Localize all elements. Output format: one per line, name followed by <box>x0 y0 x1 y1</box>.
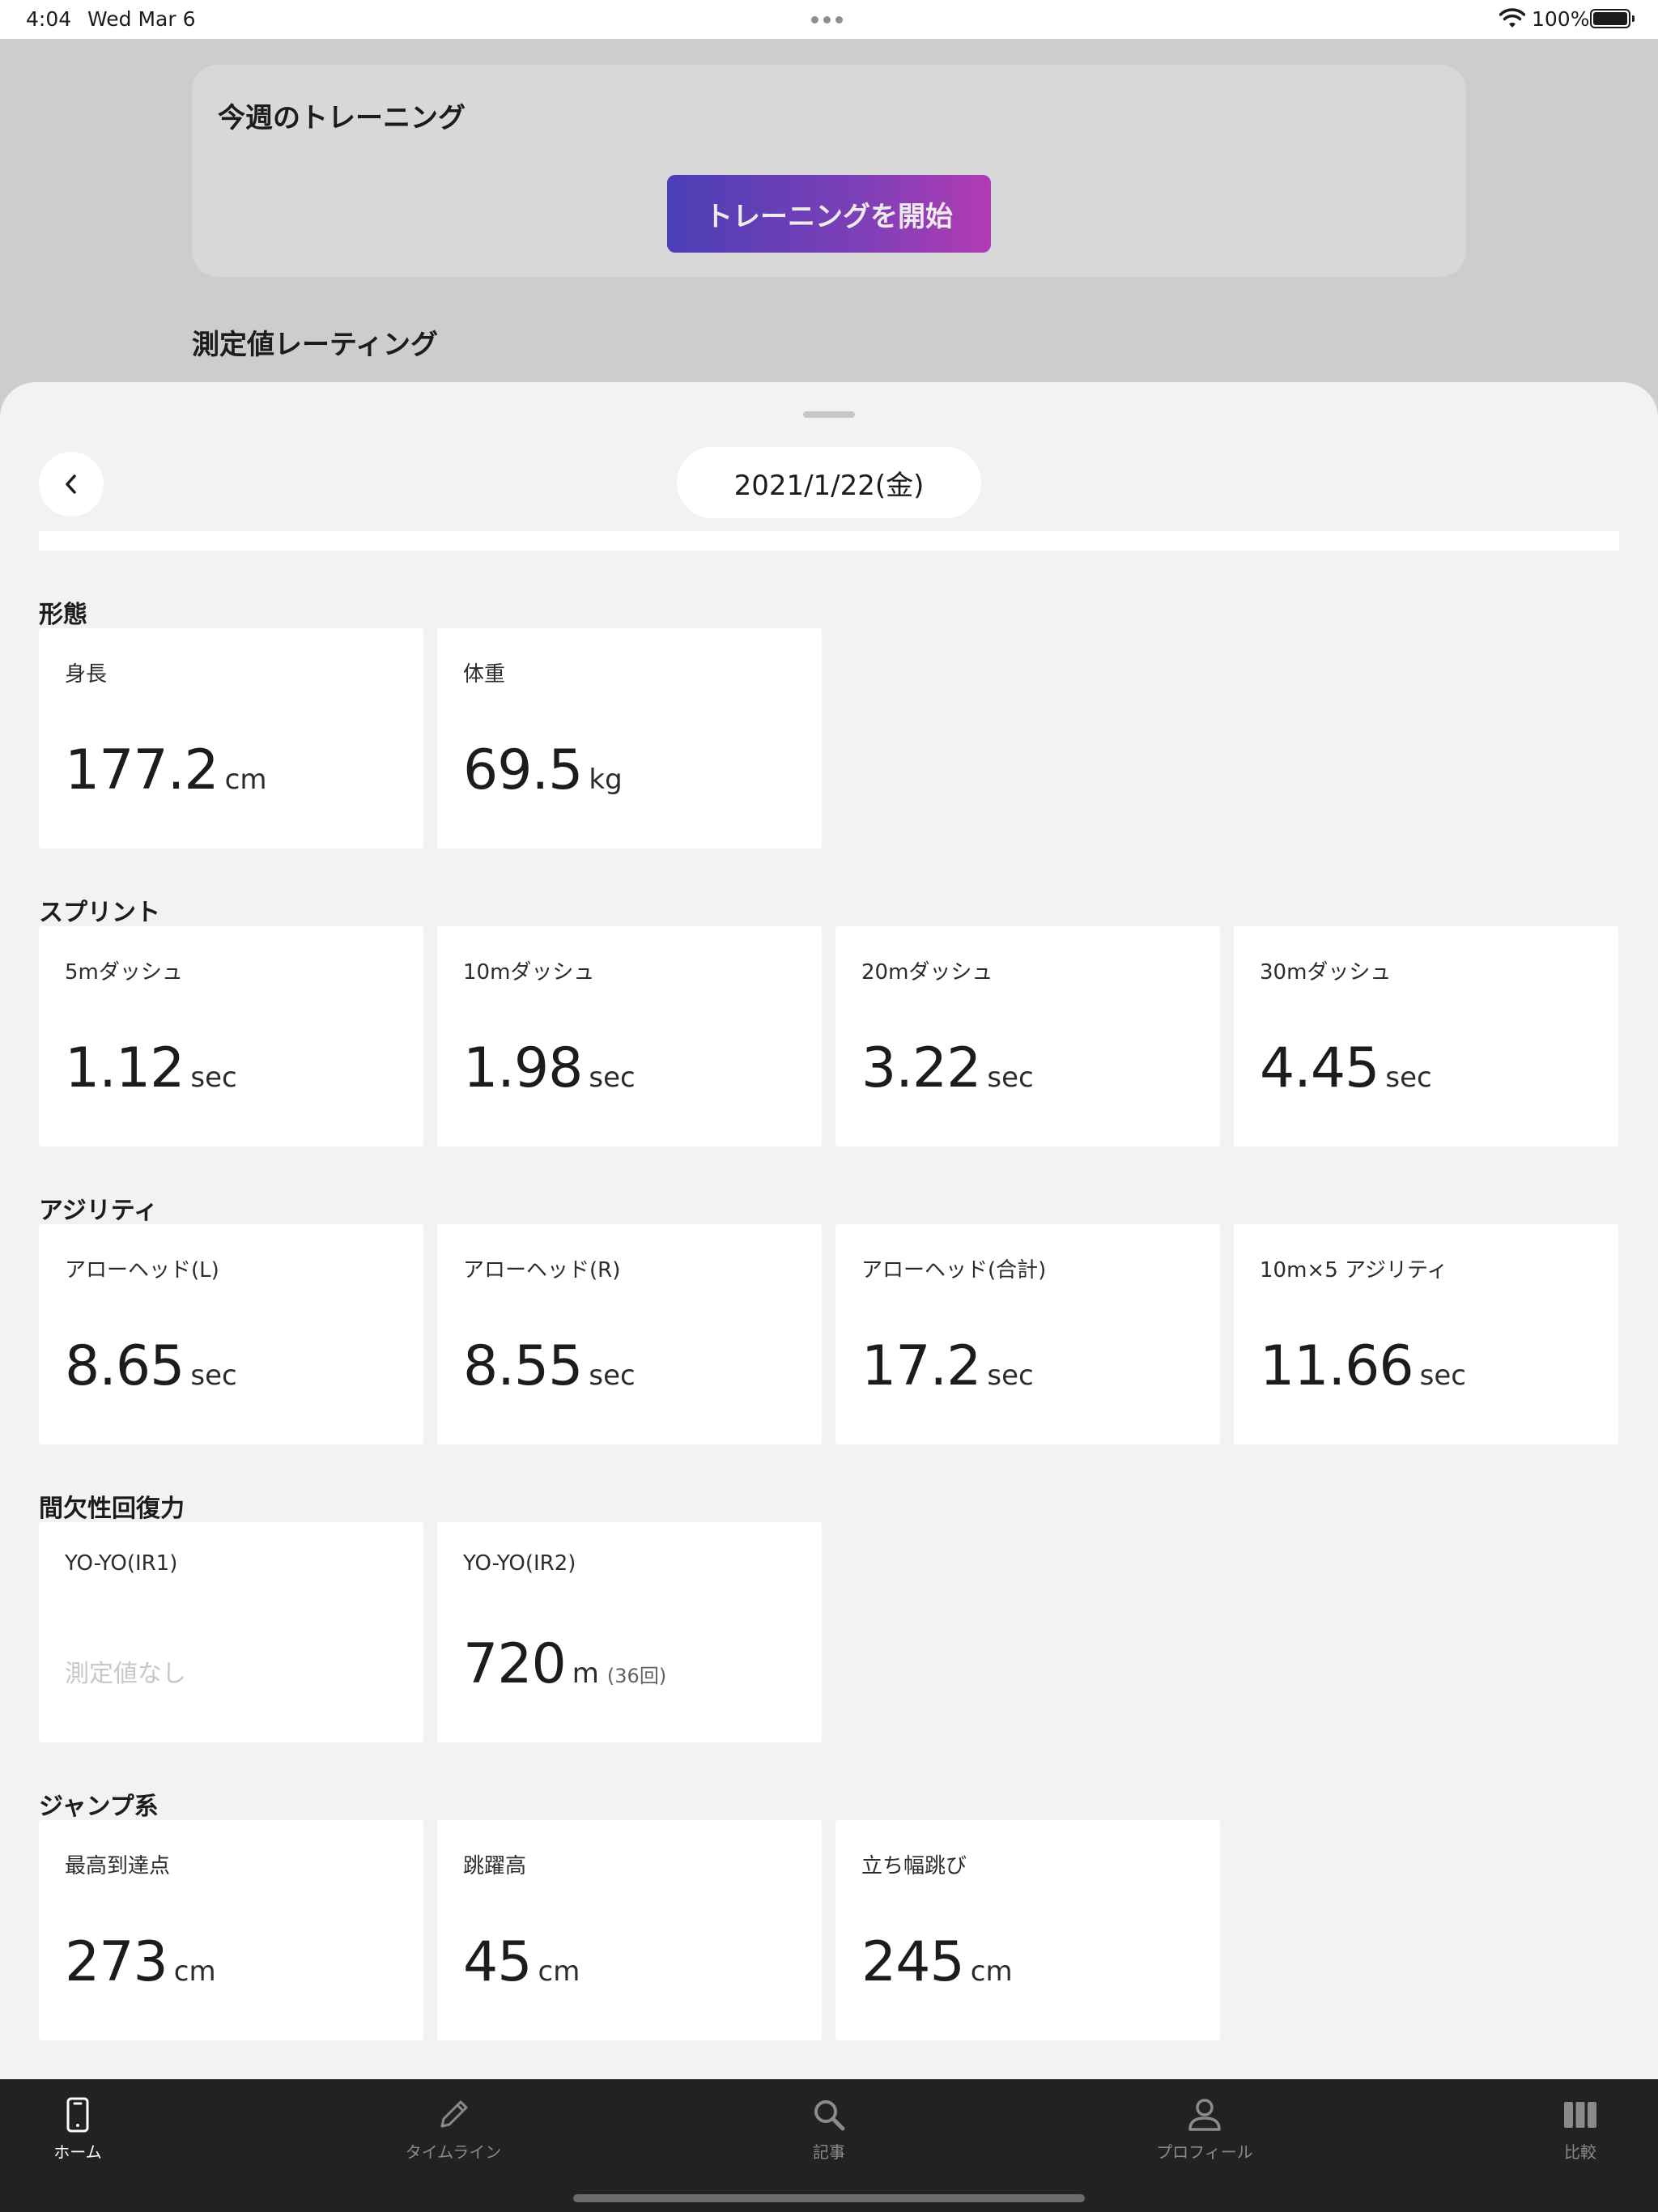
tab-label: プロフィール <box>1156 2142 1253 2162</box>
measurement-detail-sheet: 2021/1/22(金) 形態 身長 177.2 cm 体重 69.5 kg スプリ… <box>0 382 1658 2082</box>
metric-label: YO-YO(IR1) <box>65 1551 178 1576</box>
metric-value: 1.12 <box>65 1036 185 1100</box>
tab-compare[interactable]: 比較 <box>1499 2097 1658 2163</box>
metric-value: 273 <box>65 1930 168 1994</box>
tab-label: 記事 <box>813 2142 845 2162</box>
metric-label: 30mダッシュ <box>1260 960 1392 985</box>
metric-label: 10m×5 アジリティ <box>1260 1258 1448 1283</box>
section-title-intermittent-recovery: 間欠性回復力 <box>39 1495 185 1523</box>
home-indicator[interactable] <box>573 2194 1085 2202</box>
section-title-sprint: スプリント <box>39 899 160 927</box>
metric-unit: sec <box>1419 1359 1466 1392</box>
content-top-edge <box>39 531 1619 551</box>
tab-label: タイムライン <box>405 2142 502 2162</box>
weekly-training-title: 今週のトレーニング <box>218 102 466 134</box>
wifi-icon <box>1499 8 1525 28</box>
metric-value: 4.45 <box>1260 1036 1380 1100</box>
metric-label: 身長 <box>65 662 108 687</box>
metric-value: 8.55 <box>463 1334 583 1398</box>
metric-card-standing-long-jump[interactable]: 立ち幅跳び 245 cm <box>835 1820 1220 2040</box>
metric-value: 177.2 <box>65 738 219 802</box>
metric-label: 跳躍高 <box>463 1854 527 1878</box>
tab-label: 比較 <box>1564 2142 1596 2162</box>
back-button[interactable] <box>39 452 104 517</box>
tab-articles[interactable]: 記事 <box>748 2097 910 2163</box>
metric-unit: sec <box>987 1359 1034 1392</box>
tab-profile[interactable]: プロフィール <box>1124 2097 1286 2163</box>
weekly-training-card: 今週のトレーニング トレーニングを開始 <box>192 65 1466 277</box>
metric-label: アローヘッド(L) <box>65 1258 219 1283</box>
metric-card-height[interactable]: 身長 177.2 cm <box>39 628 423 849</box>
metric-label: アローヘッド(R) <box>463 1258 621 1283</box>
metric-unit: m <box>572 1657 599 1690</box>
metric-unit: cm <box>173 1955 216 1988</box>
battery-percent: 100% <box>1532 7 1590 31</box>
metric-card-max-reach[interactable]: 最高到達点 273 cm <box>39 1820 423 2040</box>
metric-empty-text: 測定値なし <box>65 1660 186 1688</box>
metric-card-5m-dash[interactable]: 5mダッシュ 1.12 sec <box>39 926 423 1146</box>
metric-card-yoyo-ir2[interactable]: YO-YO(IR2) 720 m (36回) <box>437 1522 822 1742</box>
rating-section-title: 測定値レーティング <box>192 329 438 361</box>
metric-card-arrowhead-left[interactable]: アローヘッド(L) 8.65 sec <box>39 1224 423 1444</box>
metric-label: 5mダッシュ <box>65 960 183 985</box>
section-title-jump: ジャンプ系 <box>39 1793 159 1821</box>
metric-unit: sec <box>190 1359 237 1392</box>
metric-card-20m-dash[interactable]: 20mダッシュ 3.22 sec <box>835 926 1220 1146</box>
metric-unit: sec <box>987 1061 1034 1094</box>
metric-value: 3.22 <box>861 1036 981 1100</box>
metric-value: 17.2 <box>861 1334 981 1398</box>
phone-icon <box>66 2097 89 2133</box>
metric-card-10m-dash[interactable]: 10mダッシュ 1.98 sec <box>437 926 822 1146</box>
metric-unit: cm <box>970 1955 1013 1988</box>
metric-value: 11.66 <box>1260 1334 1414 1398</box>
multitasking-dots-icon[interactable] <box>811 16 843 23</box>
search-icon <box>814 2100 845 2131</box>
chevron-left-icon <box>66 474 76 494</box>
battery-icon <box>1590 9 1635 28</box>
tab-label: ホーム <box>53 2142 102 2162</box>
metric-card-arrowhead-right[interactable]: アローヘッド(R) 8.55 sec <box>437 1224 822 1444</box>
metric-unit: sec <box>589 1359 636 1392</box>
metric-card-yoyo-ir1[interactable]: YO-YO(IR1) 測定値なし <box>39 1522 423 1742</box>
metric-label: 体重 <box>463 662 506 687</box>
metric-value: 45 <box>463 1930 533 1994</box>
metric-card-weight[interactable]: 体重 69.5 kg <box>437 628 822 849</box>
metric-label: 立ち幅跳び <box>861 1854 967 1878</box>
status-time: 4:04 <box>26 7 72 31</box>
metric-card-10m-x5-agility[interactable]: 10m×5 アジリティ 11.66 sec <box>1234 1224 1618 1444</box>
section-title-morphology: 形態 <box>39 601 87 629</box>
metric-unit: cm <box>224 764 267 796</box>
start-training-button[interactable]: トレーニングを開始 <box>667 175 991 253</box>
status-bar: 4:04 Wed Mar 6 100% <box>0 0 1658 39</box>
metric-unit: sec <box>190 1061 237 1094</box>
metric-label: 最高到達点 <box>65 1854 171 1878</box>
columns-icon <box>1564 2102 1596 2128</box>
metric-value: 1.98 <box>463 1036 583 1100</box>
metric-value: 245 <box>861 1930 965 1994</box>
tab-bar: ホーム タイムライン 記事 プロフィール 比較 <box>0 2079 1658 2212</box>
metric-label: アローヘッド(合計) <box>861 1258 1047 1283</box>
tab-home[interactable]: ホーム <box>0 2097 159 2163</box>
metric-note: (36回) <box>606 1665 667 1687</box>
metric-unit: sec <box>1385 1061 1432 1094</box>
metric-unit: cm <box>538 1955 580 1988</box>
metric-unit: kg <box>589 764 623 796</box>
metric-value: 8.65 <box>65 1334 185 1398</box>
pencil-icon <box>440 2100 468 2128</box>
metric-card-arrowhead-total[interactable]: アローヘッド(合計) 17.2 sec <box>835 1224 1220 1444</box>
metric-unit: sec <box>589 1061 636 1094</box>
date-selector[interactable]: 2021/1/22(金) <box>677 447 981 518</box>
metric-value: 720 <box>463 1632 567 1696</box>
person-icon <box>1188 2099 1221 2131</box>
metric-label: YO-YO(IR2) <box>463 1551 576 1576</box>
section-title-agility: アジリティ <box>39 1197 158 1225</box>
metric-card-30m-dash[interactable]: 30mダッシュ 4.45 sec <box>1234 926 1618 1146</box>
metric-card-jump-height[interactable]: 跳躍高 45 cm <box>437 1820 822 2040</box>
metric-label: 20mダッシュ <box>861 960 993 985</box>
status-date: Wed Mar 6 <box>87 7 196 31</box>
sheet-grabber[interactable] <box>803 411 855 418</box>
metric-value: 69.5 <box>463 738 583 802</box>
tab-timeline[interactable]: タイムライン <box>372 2097 534 2163</box>
metric-label: 10mダッシュ <box>463 960 595 985</box>
